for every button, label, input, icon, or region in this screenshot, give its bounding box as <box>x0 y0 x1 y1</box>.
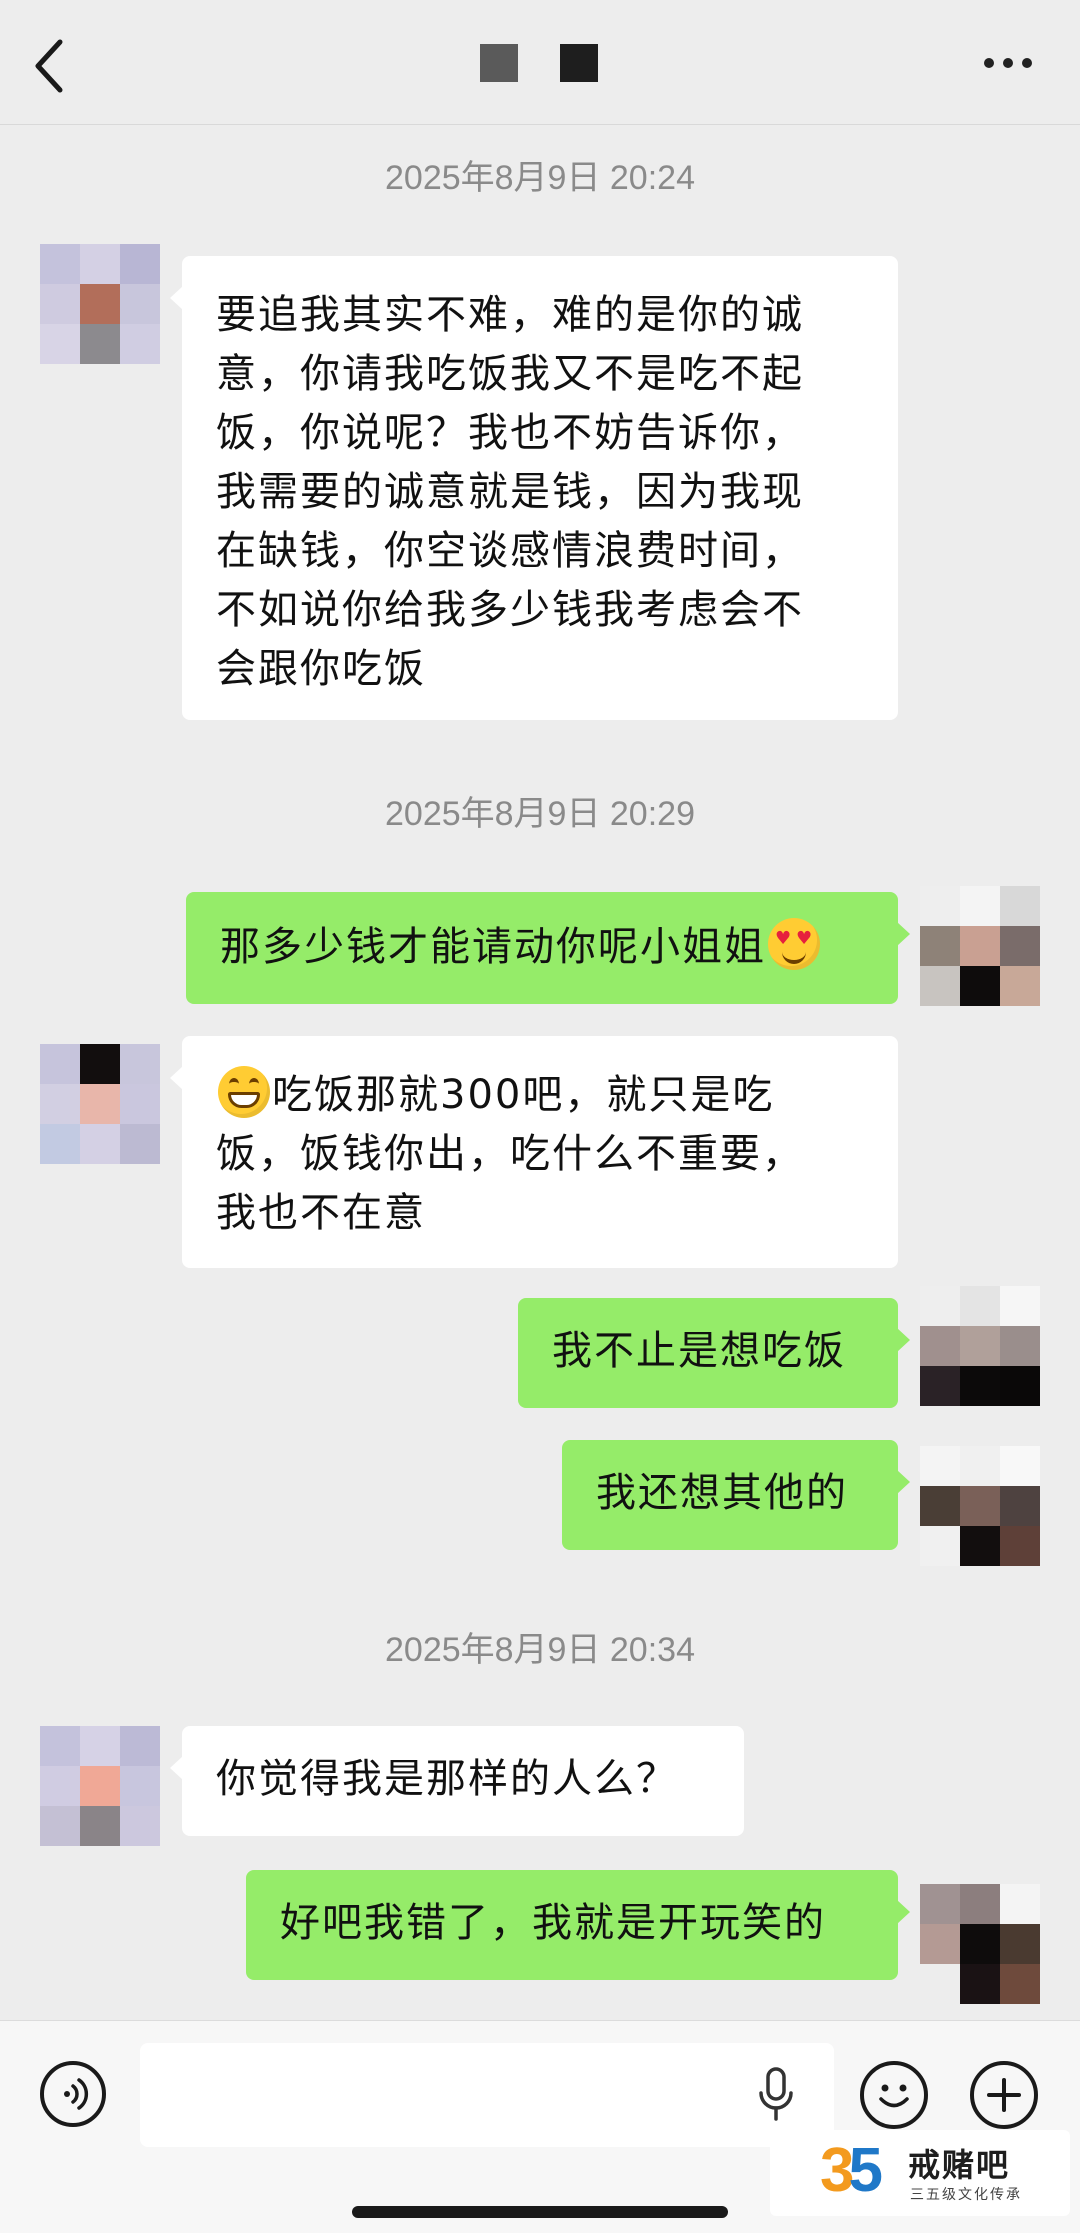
message-text: 好吧我错了，我就是开玩笑的 <box>280 1900 826 1946</box>
message-input[interactable] <box>140 2043 834 2147</box>
sent-message-bubble[interactable]: 我还想其他的 <box>562 1440 910 1550</box>
heart-eyes-emoji-icon: ♥ ♥ <box>768 918 820 970</box>
microphone-icon[interactable] <box>758 2067 794 2123</box>
grinning-emoji-icon <box>218 1066 270 1118</box>
chevron-left-icon[interactable] <box>28 36 76 96</box>
message-line: 要追我其实不难，难的是你的诚 <box>216 292 804 338</box>
message-timestamp: 2025年8月9日 20:29 <box>385 795 695 833</box>
user-avatar[interactable] <box>920 886 1040 1006</box>
message-timestamp: 2025年8月9日 20:24 <box>385 159 695 197</box>
user-avatar[interactable] <box>920 1446 1040 1566</box>
sent-message-bubble[interactable]: 那多少钱才能请动你呢小姐姐 ♥ ♥ <box>186 892 910 1004</box>
message-text: 我不止是想吃饭 <box>552 1328 846 1374</box>
message-line: 会跟你吃饭 <box>216 646 426 692</box>
message-text: 你觉得我是那样的人么？ <box>216 1756 678 1802</box>
message-line: 在缺钱，你空谈感情浪费时间， <box>216 528 804 574</box>
user-avatar[interactable] <box>920 1286 1040 1406</box>
watermark-name: 戒赌吧 <box>908 2146 1011 2184</box>
watermark-logo: 35 戒赌吧 三五级文化传承 <box>770 2130 1070 2216</box>
voice-wave-icon[interactable] <box>40 2061 106 2127</box>
contact-avatar[interactable] <box>40 244 160 364</box>
message-line: 我也不在意 <box>216 1190 426 1236</box>
message-line: 不如说你给我多少钱我考虑会不 <box>216 587 804 633</box>
message-line: 饭，你说呢？我也不妨告诉你， <box>216 410 804 456</box>
user-avatar[interactable] <box>920 1884 1040 2004</box>
received-message-bubble[interactable]: 你觉得我是那样的人么？ <box>170 1726 744 1836</box>
watermark-number: 35 <box>820 2136 883 2205</box>
smiley-icon[interactable] <box>860 2061 928 2129</box>
message-line: 我需要的诚意就是钱，因为我现 <box>216 469 804 515</box>
ellipsis-icon[interactable] <box>980 56 1036 72</box>
message-line: 饭，饭钱你出，吃什么不重要， <box>216 1131 804 1177</box>
home-indicator <box>352 2206 728 2218</box>
message-line: 意，你请我吃饭我又不是吃不起 <box>216 351 804 397</box>
message-line: 吃饭那就300吧，就只是吃 <box>272 1072 775 1118</box>
chat-header <box>0 0 1080 125</box>
sent-message-bubble[interactable]: 我不止是想吃饭 <box>518 1298 910 1408</box>
received-message-bubble[interactable]: 要追我其实不难，难的是你的诚 意，你请我吃饭我又不是吃不起 饭，你说呢？我也不妨… <box>170 256 898 720</box>
watermark-subtitle: 三五级文化传承 <box>910 2187 1022 2203</box>
contact-avatar[interactable] <box>40 1044 160 1164</box>
contact-avatar[interactable] <box>40 1726 160 1846</box>
message-text: 我还想其他的 <box>596 1470 848 1516</box>
message-text: 那多少钱才能请动你呢小姐姐 <box>220 924 766 970</box>
sent-message-bubble[interactable]: 好吧我错了，我就是开玩笑的 <box>246 1870 910 1980</box>
received-message-bubble[interactable]: 吃饭那就300吧，就只是吃 饭，饭钱你出，吃什么不重要， 我也不在意 <box>170 1036 898 1268</box>
message-timestamp: 2025年8月9日 20:34 <box>385 1631 695 1669</box>
plus-circle-icon[interactable] <box>970 2061 1038 2129</box>
